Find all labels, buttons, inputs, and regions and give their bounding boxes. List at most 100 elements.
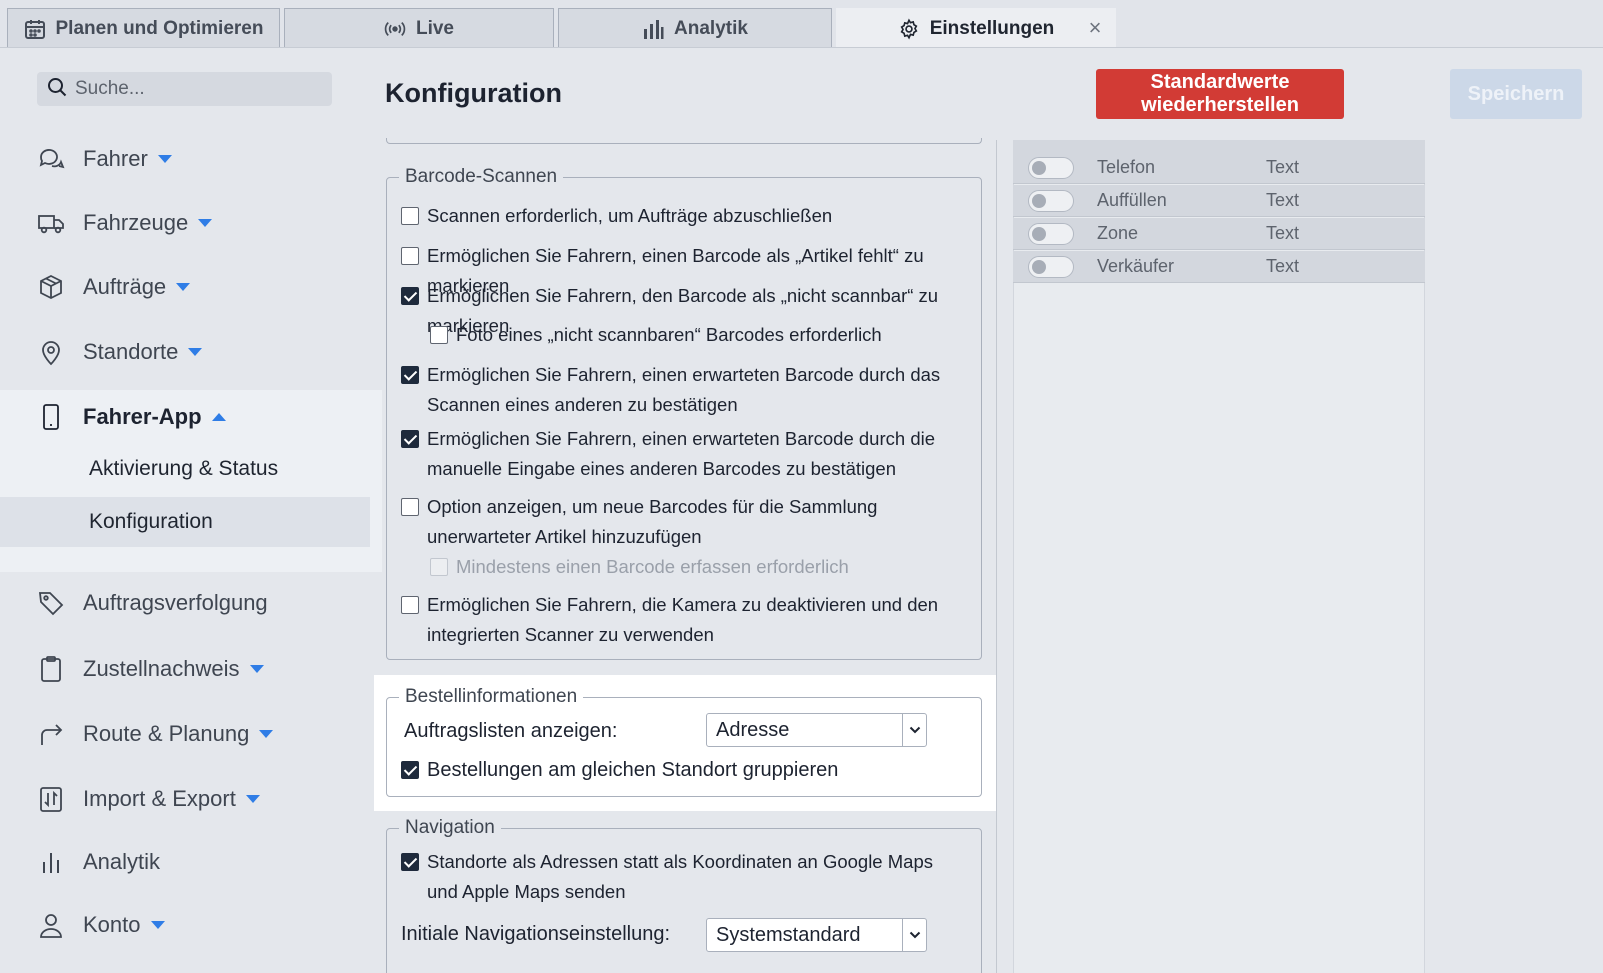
field-row: Verkäufer Text (1013, 251, 1425, 283)
field-type: Text (1266, 256, 1300, 276)
sidebar-item-auftraege[interactable]: Aufträge (0, 264, 370, 310)
chevron-up-icon (211, 413, 226, 421)
field-row: Telefon Text (1013, 152, 1425, 184)
sidebar-subitem-konfiguration[interactable]: Konfiguration (0, 497, 370, 547)
sidebar-item-label: Fahrzeuge (83, 210, 189, 235)
sidebar-item-fahrer[interactable]: Fahrer (0, 136, 370, 182)
tab-label: Analytik (674, 17, 748, 39)
sidebar-item-standorte[interactable]: Standorte (0, 329, 370, 375)
field-toggle[interactable] (1028, 189, 1074, 212)
order-list-select[interactable]: Adresse (706, 713, 927, 747)
sidebar-item-import-export[interactable]: Import & Export (0, 776, 370, 822)
sidebar-item-fahrzeuge[interactable]: Fahrzeuge (0, 200, 370, 246)
checkbox[interactable] (401, 853, 419, 871)
save-button[interactable]: Speichern (1450, 69, 1582, 119)
sidebar-item-label: Fahrer (83, 146, 148, 171)
checkbox[interactable] (430, 326, 448, 344)
map-pin-icon (37, 338, 65, 366)
sidebar-item-label: Fahrer-App (83, 404, 202, 429)
tab-einstellungen[interactable]: Einstellungen × (836, 8, 1116, 49)
sidebar-item-label: Auftragsverfolgung (83, 590, 268, 615)
field-toggle[interactable] (1028, 222, 1074, 245)
sidebar-item-route-planung[interactable]: Route & Planung (0, 711, 370, 757)
option-label: Standorte als Adressen statt als Koordin… (427, 851, 933, 902)
sidebar-subitem-aktivierung[interactable]: Aktivierung & Status (0, 444, 370, 494)
search-input[interactable] (75, 78, 315, 100)
chevron-down-icon (259, 730, 274, 738)
checkbox[interactable] (401, 366, 419, 384)
previous-section-edge (386, 138, 982, 144)
option-label: Bestellungen am gleichen Standort gruppi… (427, 759, 839, 781)
close-icon[interactable]: × (1085, 17, 1105, 39)
tab-planen[interactable]: Planen und Optimieren (7, 8, 280, 48)
tab-analytik[interactable]: Analytik (558, 8, 832, 48)
option-label: Ermöglichen Sie Fahrern, die Kamera zu d… (427, 594, 939, 645)
barcode-option[interactable]: Ermöglichen Sie Fahrern, einen erwartete… (401, 360, 961, 420)
field-type: Text (1266, 223, 1300, 243)
tag-icon (37, 589, 65, 617)
section-legend: Navigation (405, 817, 495, 838)
field-type: Text (1266, 190, 1300, 210)
sidebar-item-analytik[interactable]: Analytik (0, 839, 370, 885)
group-orders-option[interactable]: Bestellungen am gleichen Standort gruppi… (401, 755, 961, 785)
checkbox[interactable] (401, 287, 419, 305)
chevron-down-icon (188, 348, 203, 356)
field-row: Zone Text (1013, 218, 1425, 250)
search-icon (47, 77, 67, 102)
smartphone-icon (37, 403, 65, 431)
checkbox[interactable] (401, 430, 419, 448)
sidebar-item-fahrer-app[interactable]: Fahrer-App (0, 394, 370, 440)
order-list-label: Auftragslisten anzeigen: (404, 720, 618, 742)
sidebar-item-auftragsverfolgung[interactable]: Auftragsverfolgung (0, 580, 370, 626)
clipboard-icon (37, 655, 65, 683)
checkbox[interactable] (401, 761, 419, 779)
tab-label: Live (415, 17, 455, 39)
import-export-icon (37, 785, 65, 813)
barcode-option[interactable]: Ermöglichen Sie Fahrern, die Kamera zu d… (401, 590, 971, 650)
chevron-down-icon (245, 795, 260, 803)
field-name: Auffüllen (1097, 190, 1167, 210)
checkbox (430, 558, 448, 576)
broadcast-icon (384, 18, 406, 40)
field-toggle[interactable] (1028, 156, 1074, 179)
sidebar-item-label: Standorte (83, 339, 179, 364)
page-title: Konfiguration (385, 78, 562, 108)
sidebar-item-label: Analytik (83, 849, 161, 874)
checkbox[interactable] (401, 247, 419, 265)
bar-chart-icon (37, 848, 65, 876)
select-value: Adresse (716, 718, 790, 741)
checkbox[interactable] (401, 207, 419, 225)
field-toggle[interactable] (1028, 255, 1074, 278)
option-label: Scannen erforderlich, um Aufträge abzusc… (427, 205, 833, 226)
barcode-option[interactable]: Ermöglichen Sie Fahrern, einen erwartete… (401, 424, 961, 484)
field-row: Auffüllen Text (1013, 185, 1425, 217)
tab-bar: Planen und Optimieren Live Analytik Eins… (0, 0, 1603, 49)
sidebar-item-zustellnachweis[interactable]: Zustellnachweis (0, 646, 370, 692)
sidebar-subitem-label: Aktivierung & Status (89, 457, 279, 480)
tab-live[interactable]: Live (284, 8, 554, 48)
checkbox[interactable] (401, 596, 419, 614)
option-label: Ermöglichen Sie Fahrern, einen erwartete… (427, 428, 936, 479)
barcode-option[interactable]: Scannen erforderlich, um Aufträge abzusc… (401, 201, 971, 231)
checkbox[interactable] (401, 498, 419, 516)
sidebar-item-label: Import & Export (83, 786, 236, 811)
initial-nav-select[interactable]: Systemstandard (706, 918, 927, 952)
sidebar-item-konto[interactable]: Konto (0, 902, 370, 948)
route-arrow-icon (37, 720, 65, 748)
chevron-down-icon (176, 283, 191, 291)
sidebar: Fahrer Fahrzeuge Aufträge Standorte Fahr… (0, 48, 382, 973)
barcode-option[interactable]: Foto eines „nicht scannbaren“ Barcodes e… (430, 320, 970, 350)
sidebar-item-label: Konto (83, 912, 141, 937)
package-icon (37, 273, 65, 301)
chat-bubbles-icon (37, 145, 65, 173)
restore-defaults-button[interactable]: Standardwerte wiederherstellen (1096, 69, 1344, 119)
search-box[interactable] (37, 72, 332, 106)
barcode-option[interactable]: Option anzeigen, um neue Barcodes für di… (401, 492, 941, 552)
sidebar-item-label: Route & Planung (83, 721, 250, 746)
send-addresses-option[interactable]: Standorte als Adressen statt als Koordin… (401, 847, 941, 907)
section-legend: Barcode-Scannen (405, 166, 558, 187)
chevron-down-icon (902, 714, 926, 746)
field-row-partial (1013, 140, 1425, 152)
gear-icon (898, 18, 920, 40)
field-name: Verkäufer (1097, 256, 1175, 276)
